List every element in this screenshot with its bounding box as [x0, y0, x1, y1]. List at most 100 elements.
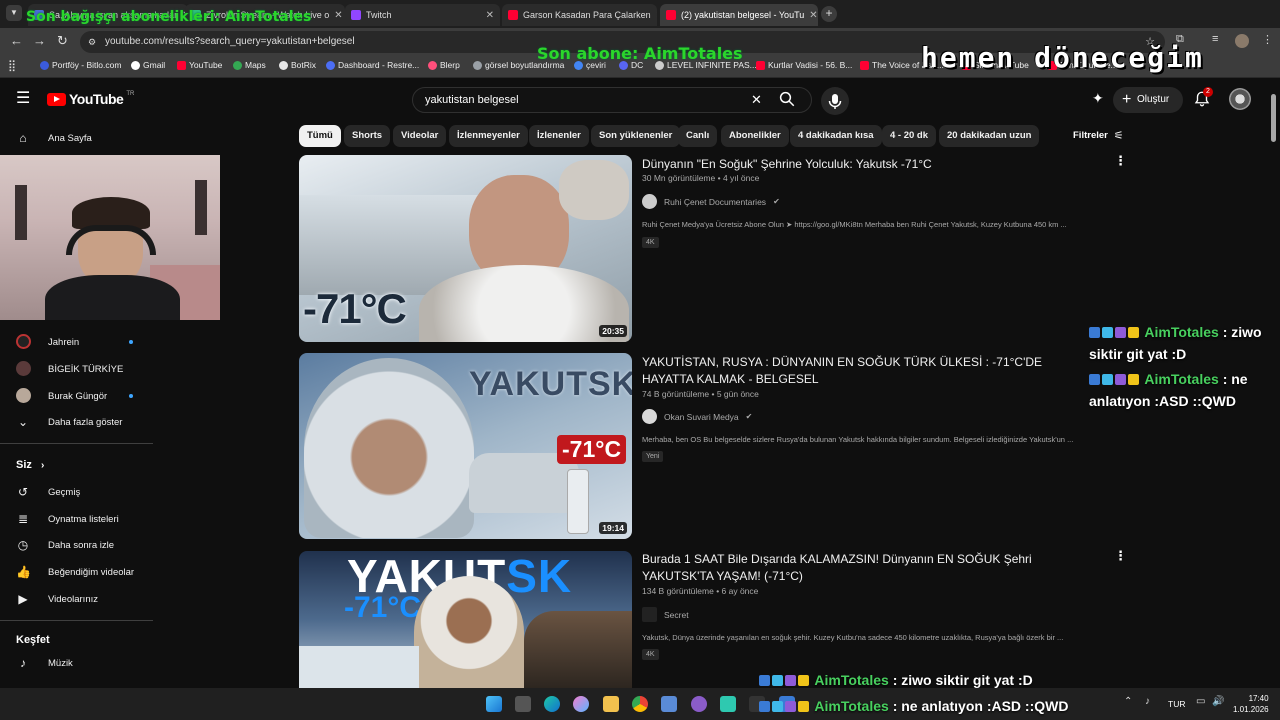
windows-start-icon[interactable]	[486, 696, 502, 712]
browser-tab-4[interactable]: Garson Kasadan Para Çalarken ✕	[502, 4, 657, 26]
edge-icon[interactable]	[544, 696, 560, 712]
browser-menu-icon[interactable]: ⋮	[1262, 33, 1273, 46]
video-title[interactable]: Dünyanın "En Soğuk" Şehrine Yolculuk: Ya…	[642, 156, 1082, 173]
bookmark-icon	[326, 60, 335, 70]
chip-under-4-min[interactable]: 4 dakikadan kısa	[790, 125, 882, 147]
app-icon[interactable]	[691, 696, 707, 712]
bookmark-item[interactable]: Maps	[233, 60, 266, 70]
search-query: yakutistan belgesel	[425, 94, 519, 106]
account-avatar[interactable]	[1229, 88, 1251, 110]
channel-link[interactable]: Ruhi Çenet Documentaries ✔	[642, 194, 780, 209]
language-indicator[interactable]: TUR	[1168, 699, 1185, 709]
chip-watched[interactable]: İzlenenler	[529, 125, 589, 147]
sidebar-you-header[interactable]: Siz ›	[16, 459, 44, 471]
view-count: 134 B görüntüleme	[642, 586, 714, 596]
sidebar-item-your-videos[interactable]: ▶ Videolarınız	[16, 587, 98, 611]
more-options-icon[interactable]: ⋮	[1114, 548, 1127, 564]
media-icon[interactable]: ≡	[1212, 33, 1218, 45]
more-options-icon[interactable]: ⋮	[1114, 153, 1127, 169]
close-icon[interactable]: ✕	[809, 10, 817, 21]
tray-chevron-icon[interactable]: ⌃	[1124, 696, 1132, 707]
badge-icon	[1102, 374, 1113, 385]
task-view-icon[interactable]	[515, 696, 531, 712]
cast-icon[interactable]: ✦	[1092, 90, 1104, 107]
chevron-down-icon: ⌄	[17, 415, 29, 429]
search-icon[interactable]	[778, 90, 800, 110]
create-button[interactable]: + Oluştur	[1113, 87, 1183, 113]
video-description: Ruhi Çenet Medya'ya Ücretsiz Abone Olun …	[642, 220, 1067, 229]
browser-tab-3[interactable]: Twitch ✕	[345, 4, 500, 26]
copilot-icon[interactable]	[573, 696, 589, 712]
bookmark-label: Maps	[245, 60, 266, 70]
channel-link[interactable]: Okan Suvari Medya ✔	[642, 409, 752, 424]
chip-shorts[interactable]: Shorts	[344, 125, 391, 147]
hamburger-menu-icon[interactable]: ☰	[16, 88, 30, 108]
app-icon[interactable]	[720, 696, 736, 712]
chip-all[interactable]: Tümü	[299, 125, 341, 147]
network-icon[interactable]: ▭	[1196, 696, 1205, 707]
close-icon[interactable]: ✕	[334, 10, 342, 21]
sidebar-item-home[interactable]: ⌂ Ana Sayfa	[16, 126, 91, 150]
chrome-icon[interactable]	[632, 696, 648, 712]
bookmark-item[interactable]: BotRix	[279, 60, 316, 70]
clear-search-icon[interactable]: ✕	[751, 92, 762, 108]
sidebar-subscription[interactable]: BİGEİK TÜRKİYE	[16, 357, 123, 381]
webcam-wall-decor	[15, 185, 27, 240]
close-icon[interactable]: ✕	[486, 10, 494, 21]
mic-tray-icon[interactable]: ♪	[1145, 696, 1150, 707]
apps-grid-icon[interactable]: ⣿	[8, 59, 16, 72]
chip-recently-uploaded[interactable]: Son yüklenenler	[591, 125, 681, 147]
volume-icon[interactable]: 🔊	[1212, 696, 1224, 707]
sidebar-divider	[0, 443, 153, 444]
channel-name: Secret	[664, 609, 689, 620]
sidebar-subscription[interactable]: Jahrein	[16, 330, 79, 354]
chip-unwatched[interactable]: İzlenmeyenler	[449, 125, 528, 147]
close-icon[interactable]: ✕	[656, 10, 657, 21]
youtube-logo[interactable]: YouTube TR	[47, 91, 134, 107]
chip-live[interactable]: Canlı	[678, 125, 718, 147]
sidebar-item-history[interactable]: ↺ Geçmiş	[16, 480, 80, 504]
channel-avatar	[642, 409, 657, 424]
search-input[interactable]: yakutistan belgesel ✕	[412, 87, 812, 113]
bookmark-item[interactable]: YouTube	[177, 60, 222, 70]
new-tab-button[interactable]: +	[821, 6, 837, 22]
clock[interactable]: 17:40 1.01.2026	[1233, 693, 1269, 715]
bookmark-item[interactable]: Kurtlar Vadisi - 56. B...	[756, 60, 852, 70]
sidebar-item-watch-later[interactable]: ◷ Daha sonra izle	[16, 533, 114, 557]
site-info-icon[interactable]: ⚙	[88, 31, 96, 53]
browser-tab-5[interactable]: (2) yakutistan belgesel - YouTu ✕	[660, 4, 818, 26]
profile-avatar[interactable]	[1235, 34, 1249, 48]
sidebar-item-music[interactable]: ♪ Müzik	[16, 651, 73, 675]
chip-subscriptions[interactable]: Abonelikler	[721, 125, 789, 147]
reload-icon[interactable]: ↻	[57, 33, 68, 49]
tab-menu-button[interactable]: ▼	[6, 5, 22, 21]
notifications-button[interactable]: 2	[1193, 87, 1213, 110]
scrollbar-thumb[interactable]	[1271, 94, 1276, 142]
bookmark-item[interactable]: Blerp	[428, 60, 460, 70]
forward-arrow-icon[interactable]: →	[33, 33, 46, 48]
chip-over-20-min[interactable]: 20 dakikadan uzun	[939, 125, 1040, 147]
voice-search-button[interactable]	[821, 87, 849, 115]
sidebar-subscription[interactable]: Burak Güngör	[16, 384, 107, 408]
video-thumbnail[interactable]: YAKUTSK -71°C 19:14	[299, 353, 632, 539]
back-arrow-icon[interactable]: ←	[10, 33, 23, 48]
bookmark-item[interactable]: Gmail	[131, 60, 165, 70]
file-explorer-icon[interactable]	[603, 696, 619, 712]
filters-button[interactable]: Filtreler ⚟	[1073, 129, 1124, 142]
video-title[interactable]: YAKUTİSTAN, RUSYA : DÜNYANIN EN SOĞUK TÜ…	[642, 354, 1082, 388]
video-title[interactable]: Burada 1 SAAT Bile Dışarıda KALAMAZSIN! …	[642, 551, 1082, 585]
bookmark-item[interactable]: Portföy - Bitlo.com	[40, 60, 121, 70]
chip-videos[interactable]: Videolar	[393, 125, 447, 147]
app-icon[interactable]	[661, 696, 677, 712]
thumb-person	[414, 576, 524, 688]
channel-link[interactable]: Secret	[642, 607, 689, 622]
sidebar-show-more[interactable]: ⌄ Daha fazla göster	[16, 410, 123, 434]
new-content-dot	[129, 340, 133, 344]
video-thumbnail[interactable]: YAKUTSK -71°C	[299, 551, 632, 688]
video-thumbnail[interactable]: -71°C 20:35	[299, 155, 632, 342]
sidebar-item-liked-videos[interactable]: 👍 Beğendiğim videolar	[16, 560, 134, 584]
bookmark-label: Gmail	[143, 60, 166, 70]
sidebar-item-playlists[interactable]: ≣ Oynatma listeleri	[16, 507, 119, 531]
bookmark-item[interactable]: Dashboard - Restre...	[326, 60, 419, 70]
chip-4-20-min[interactable]: 4 - 20 dk	[882, 125, 937, 147]
